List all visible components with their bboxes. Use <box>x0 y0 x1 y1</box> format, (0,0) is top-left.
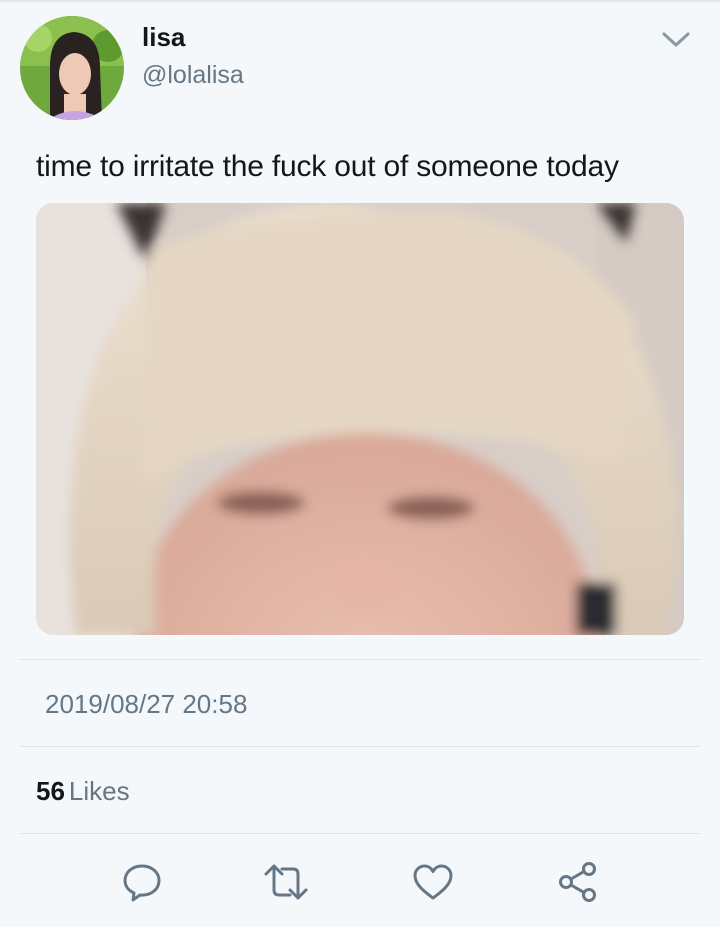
likes-count: 56 <box>36 776 65 806</box>
reply-icon <box>120 860 164 904</box>
heart-icon <box>411 860 455 904</box>
avatar[interactable] <box>20 16 124 120</box>
divider <box>20 833 700 834</box>
retweet-icon <box>262 860 310 904</box>
divider <box>20 746 700 747</box>
like-button[interactable] <box>409 858 457 906</box>
tweet-card: lisa @lolalisa time to irritate the fuck… <box>0 0 720 927</box>
likes-summary[interactable]: 56 Likes <box>36 776 130 806</box>
share-button[interactable] <box>554 858 602 906</box>
reply-button[interactable] <box>118 858 166 906</box>
display-name[interactable]: lisa <box>142 22 185 52</box>
chevron-down-icon[interactable] <box>660 26 692 52</box>
share-icon <box>556 860 600 904</box>
retweet-button[interactable] <box>262 858 310 906</box>
divider <box>20 659 700 660</box>
tweet-media-image[interactable] <box>36 203 684 635</box>
user-handle[interactable]: @lolalisa <box>142 60 244 90</box>
tweet-text: time to irritate the fuck out of someone… <box>36 150 619 183</box>
likes-label: Likes <box>68 776 130 806</box>
timestamp: 2019/08/27 20:58 <box>45 689 248 719</box>
